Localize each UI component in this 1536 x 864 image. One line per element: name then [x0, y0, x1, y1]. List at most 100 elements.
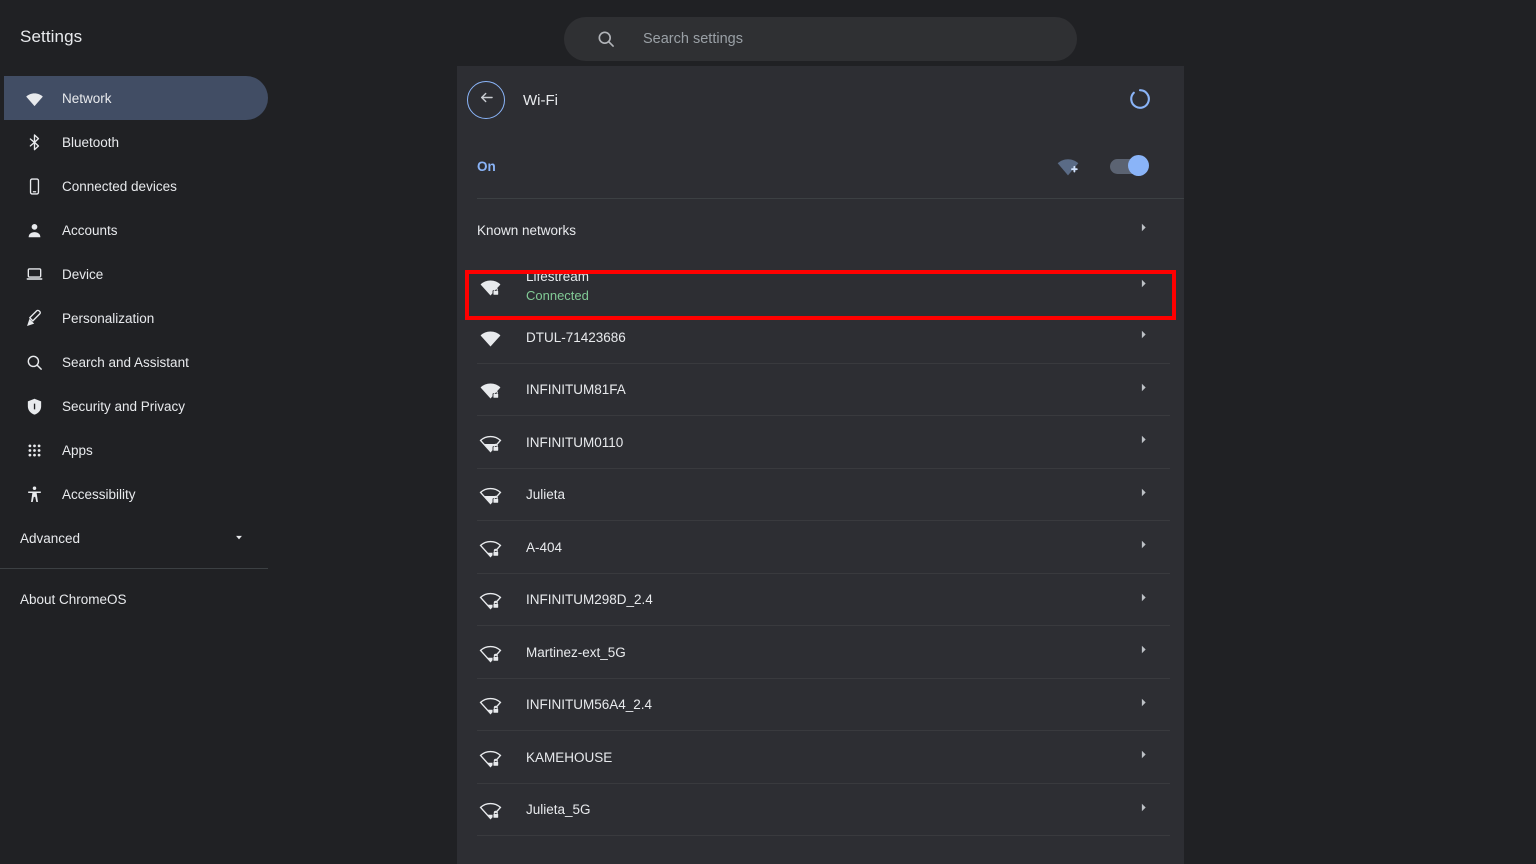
wifi-settings-panel: Wi-Fi On Known networks Lifestream Conne… — [457, 66, 1184, 864]
sidebar-item-accessibility[interactable]: Accessibility — [4, 472, 264, 516]
grid-icon — [24, 440, 44, 460]
chevron-right-icon — [1137, 277, 1164, 295]
network-status: Connected — [526, 287, 589, 303]
wifi-toggle[interactable] — [1110, 155, 1149, 176]
chevron-right-icon — [1137, 328, 1164, 346]
sidebar-item-label: Network — [62, 90, 112, 106]
back-button[interactable] — [467, 81, 505, 119]
search-bar[interactable] — [564, 17, 1077, 61]
wifi-signal-icon — [477, 587, 503, 613]
top-bar: Settings — [0, 0, 1536, 74]
sidebar-item-bluetooth[interactable]: Bluetooth — [4, 120, 264, 164]
sidebar-item-network[interactable]: Network — [4, 76, 268, 120]
sidebar-item-label: Apps — [62, 442, 93, 458]
sidebar-item-apps[interactable]: Apps — [4, 428, 264, 472]
wifi-network-row[interactable]: Julieta — [457, 469, 1184, 521]
sidebar-item-search-and-assistant[interactable]: Search and Assistant — [4, 340, 264, 384]
wifi-state-label: On — [477, 158, 496, 174]
toggle-knob — [1128, 155, 1149, 176]
sidebar-item-label: Advanced — [20, 530, 81, 546]
add-wifi-icon[interactable] — [1056, 154, 1080, 178]
sidebar-item-advanced[interactable]: Advanced — [0, 516, 268, 560]
wifi-network-row[interactable]: INFINITUM298D_2.4 — [457, 574, 1184, 626]
wifi-network-row[interactable]: KAMEHOUSE — [457, 731, 1184, 784]
chevron-right-icon — [1137, 801, 1164, 819]
chevron-right-icon — [1137, 748, 1164, 766]
wifi-icon — [24, 88, 44, 108]
network-name: INFINITUM298D_2.4 — [526, 592, 653, 608]
known-networks-label: Known networks — [477, 222, 577, 238]
wifi-network-row[interactable]: INFINITUM81FA — [457, 364, 1184, 416]
sidebar-item-label: About ChromeOS — [20, 591, 127, 607]
network-name: Julieta — [526, 487, 566, 503]
sidebar-item-connected-devices[interactable]: Connected devices — [4, 164, 264, 208]
sidebar-item-about-chromeos[interactable]: About ChromeOS — [0, 577, 268, 621]
chevron-right-icon — [1137, 381, 1164, 399]
network-name: A-404 — [526, 539, 563, 555]
chevron-down-icon — [232, 530, 246, 547]
network-name: DTUL-71423686 — [526, 329, 626, 345]
wifi-network-row[interactable]: INFINITUM0110 — [457, 416, 1184, 469]
wifi-network-list: Lifestream Connected DTUL-71423686 INFINITU… — [457, 261, 1184, 836]
search-icon — [596, 29, 616, 49]
wifi-signal-icon — [477, 273, 503, 299]
network-name: INFINITUM0110 — [526, 434, 624, 450]
network-name: Julieta_5G — [526, 802, 591, 818]
wifi-page-title: Wi-Fi — [523, 91, 558, 109]
shield-icon — [24, 396, 44, 416]
spinner-icon — [1128, 87, 1152, 111]
chevron-right-icon — [1137, 643, 1164, 661]
bluetooth-icon — [24, 132, 44, 152]
sidebar-item-security-and-privacy[interactable]: Security and Privacy — [4, 384, 264, 428]
wifi-network-row[interactable]: INFINITUM56A4_2.4 — [457, 679, 1184, 731]
person-icon — [24, 220, 44, 240]
search-input[interactable] — [643, 31, 1059, 47]
wifi-signal-icon — [477, 482, 503, 508]
network-name: Lifestream — [526, 268, 590, 284]
wifi-network-row[interactable]: A-404 — [457, 521, 1184, 574]
chevron-right-icon — [1137, 433, 1164, 451]
chevron-right-icon — [1137, 486, 1164, 504]
phone-icon — [24, 176, 44, 196]
wifi-signal-icon — [477, 744, 503, 770]
network-name: INFINITUM56A4_2.4 — [526, 697, 653, 713]
sidebar-item-label: Security and Privacy — [62, 398, 186, 414]
known-networks-row[interactable]: Known networks — [457, 199, 1184, 261]
sidebar-item-personalization[interactable]: Personalization — [4, 296, 264, 340]
wifi-signal-icon — [477, 324, 503, 350]
sidebar-item-device[interactable]: Device — [4, 252, 264, 296]
chevron-right-icon — [1137, 696, 1164, 714]
laptop-icon — [24, 264, 44, 284]
sidebar-item-label: Device — [62, 266, 104, 282]
network-name: Martinez-ext_5G — [526, 644, 626, 660]
arrow-left-icon — [477, 88, 496, 112]
chevron-right-icon — [1137, 538, 1164, 556]
row-divider — [477, 835, 1170, 836]
search-icon — [24, 352, 44, 372]
sidebar-item-label: Bluetooth — [62, 134, 120, 150]
sidebar: Network Bluetooth Connected devices Account… — [0, 74, 268, 864]
chevron-right-icon — [1137, 221, 1164, 239]
wifi-signal-icon — [477, 639, 503, 665]
wifi-network-row[interactable]: DTUL-71423686 — [457, 311, 1184, 364]
sidebar-item-label: Search and Assistant — [62, 354, 189, 370]
brush-icon — [24, 308, 44, 328]
wifi-signal-icon — [477, 692, 503, 718]
network-name: KAMEHOUSE — [526, 749, 613, 765]
wifi-header: Wi-Fi — [457, 66, 1184, 134]
wifi-network-row[interactable]: Julieta_5G — [457, 784, 1184, 836]
page-title: Settings — [20, 27, 83, 46]
sidebar-item-label: Connected devices — [62, 178, 177, 194]
wifi-signal-icon — [477, 377, 503, 403]
sidebar-item-label: Accounts — [62, 222, 118, 238]
wifi-signal-icon — [477, 534, 503, 560]
wifi-network-row[interactable]: Martinez-ext_5G — [457, 626, 1184, 679]
wifi-signal-icon — [477, 429, 503, 455]
wifi-state-row: On — [457, 134, 1184, 198]
accessibility-icon — [24, 484, 44, 504]
wifi-signal-icon — [477, 797, 503, 823]
wifi-network-row[interactable]: Lifestream Connected — [457, 261, 1184, 311]
chevron-right-icon — [1137, 591, 1164, 609]
sidebar-item-accounts[interactable]: Accounts — [4, 208, 264, 252]
sidebar-divider — [0, 568, 268, 569]
